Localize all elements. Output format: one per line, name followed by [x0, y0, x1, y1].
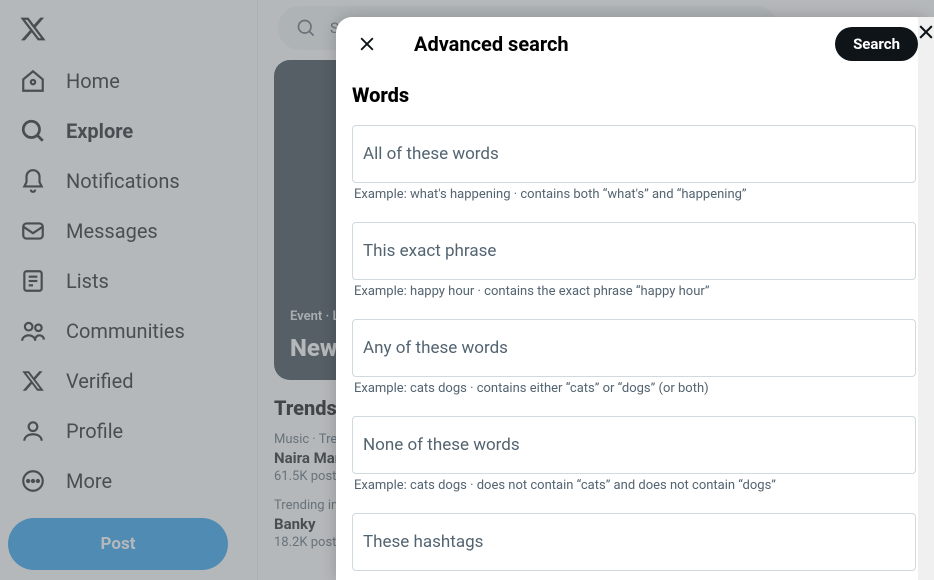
helper-all-words: Example: what's happening · contains bot…: [352, 187, 916, 202]
field-label: These hashtags: [363, 532, 483, 552]
field-all-words[interactable]: All of these words: [352, 125, 916, 183]
modal-body: Words All of these words Example: what's…: [336, 71, 932, 575]
modal-title: Advanced search: [414, 32, 805, 56]
external-close-icon[interactable]: [916, 22, 934, 42]
section-words: Words: [352, 83, 916, 107]
field-label: None of these words: [363, 435, 520, 455]
field-hashtags[interactable]: These hashtags: [352, 513, 916, 571]
field-none-words[interactable]: None of these words: [352, 416, 916, 474]
field-exact-phrase[interactable]: This exact phrase: [352, 222, 916, 280]
modal-header: Advanced search Search: [336, 17, 932, 71]
advanced-search-modal: Advanced search Search Words All of thes…: [336, 17, 932, 580]
scrollbar[interactable]: [918, 17, 934, 580]
field-label: All of these words: [363, 144, 499, 164]
helper-any-words: Example: cats dogs · contains either “ca…: [352, 381, 916, 396]
field-label: Any of these words: [363, 338, 508, 358]
field-any-words[interactable]: Any of these words: [352, 319, 916, 377]
close-button[interactable]: [350, 27, 384, 61]
field-label: This exact phrase: [363, 241, 496, 261]
search-button[interactable]: Search: [835, 27, 918, 61]
helper-none-words: Example: cats dogs · does not contain “c…: [352, 478, 916, 493]
helper-exact-phrase: Example: happy hour · contains the exact…: [352, 284, 916, 299]
close-icon: [357, 34, 377, 54]
